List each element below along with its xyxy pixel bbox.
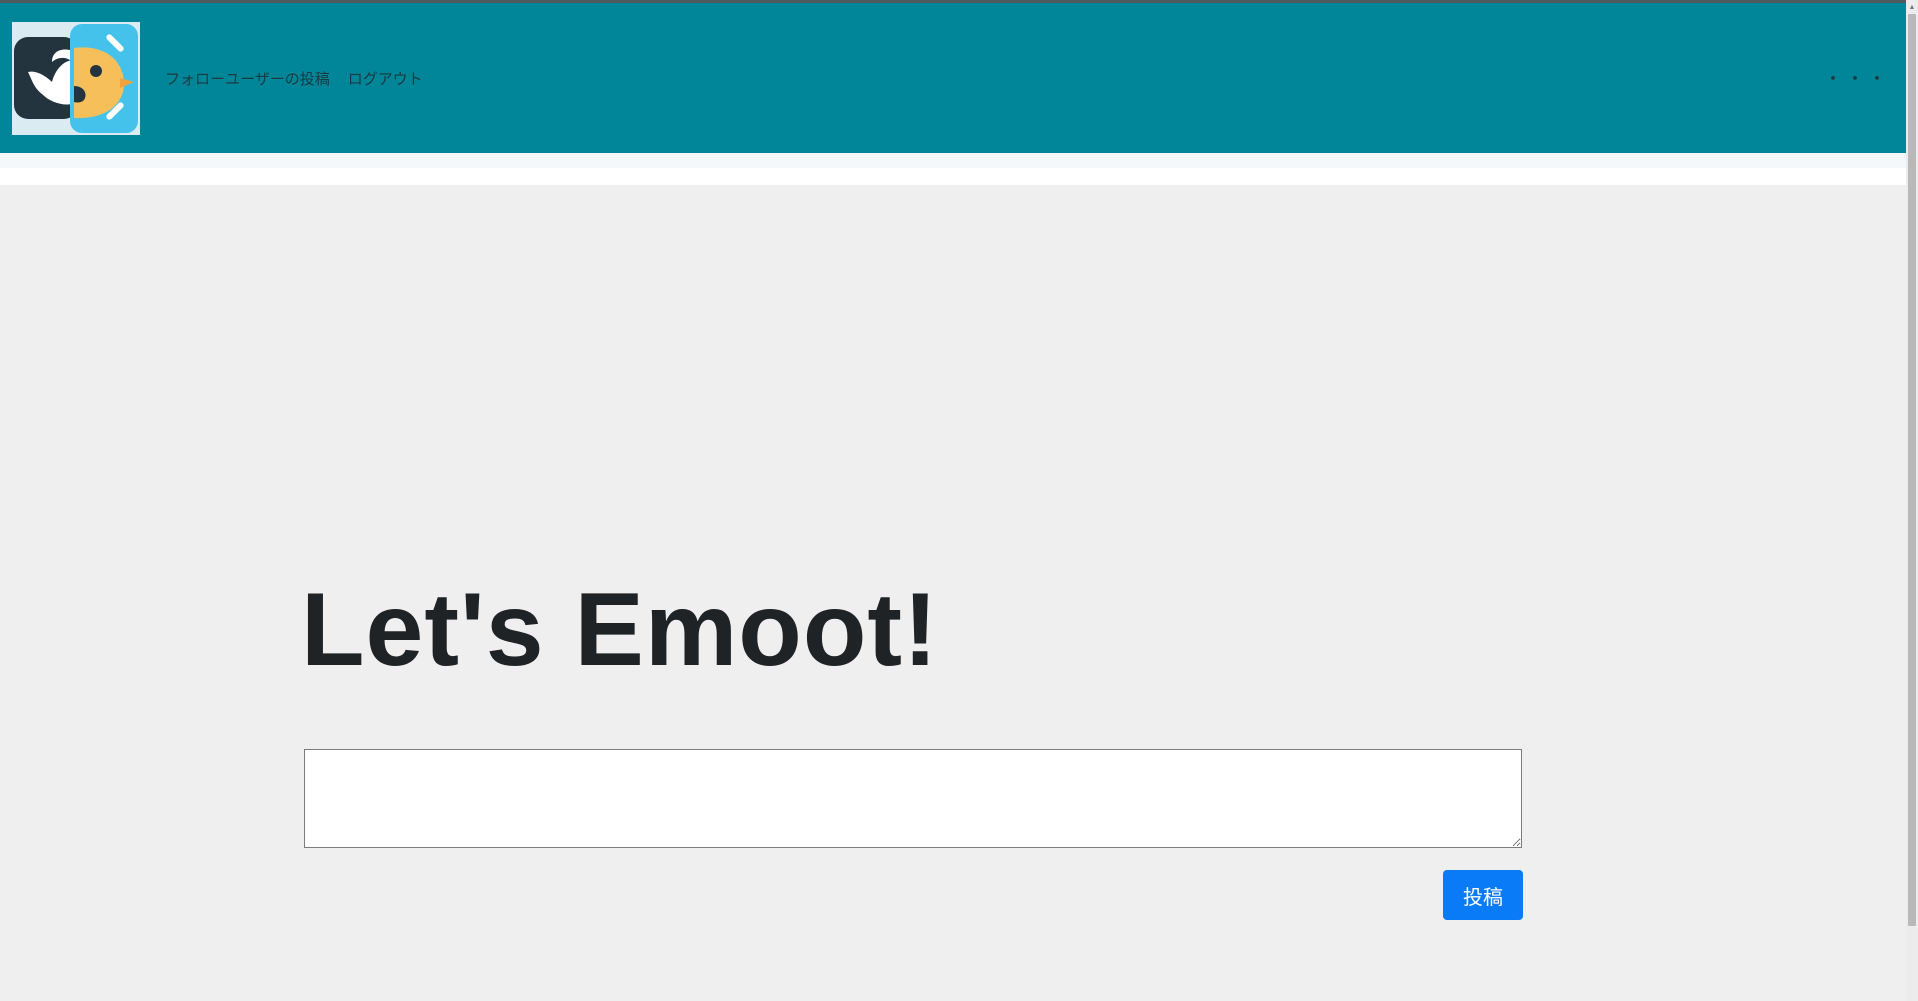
more-menu-button[interactable]: ・・・ [1824, 3, 1890, 153]
navbar-shadow-strip [0, 153, 1906, 168]
nav-link-followed-posts[interactable]: フォローユーザーの投稿 [165, 68, 330, 89]
page-heading: Let's Emoot! [301, 572, 939, 688]
scroll-up-arrow-icon[interactable]: ▲ [1906, 0, 1918, 14]
nav-link-logout[interactable]: ログアウト [348, 68, 423, 89]
main-content: Let's Emoot! 投稿 [0, 185, 1906, 1001]
navbar: フォローユーザーの投稿 ログアウト ・・・ [0, 3, 1906, 153]
post-textarea[interactable] [304, 749, 1522, 848]
scrollbar-thumb[interactable] [1908, 14, 1916, 926]
emoot-bird-logo-icon[interactable] [12, 22, 140, 135]
post-submit-button[interactable]: 投稿 [1443, 870, 1523, 920]
nav-links: フォローユーザーの投稿 ログアウト [165, 3, 423, 153]
vertical-scrollbar[interactable]: ▲ [1906, 0, 1918, 1001]
content-top-divider [0, 168, 1906, 185]
